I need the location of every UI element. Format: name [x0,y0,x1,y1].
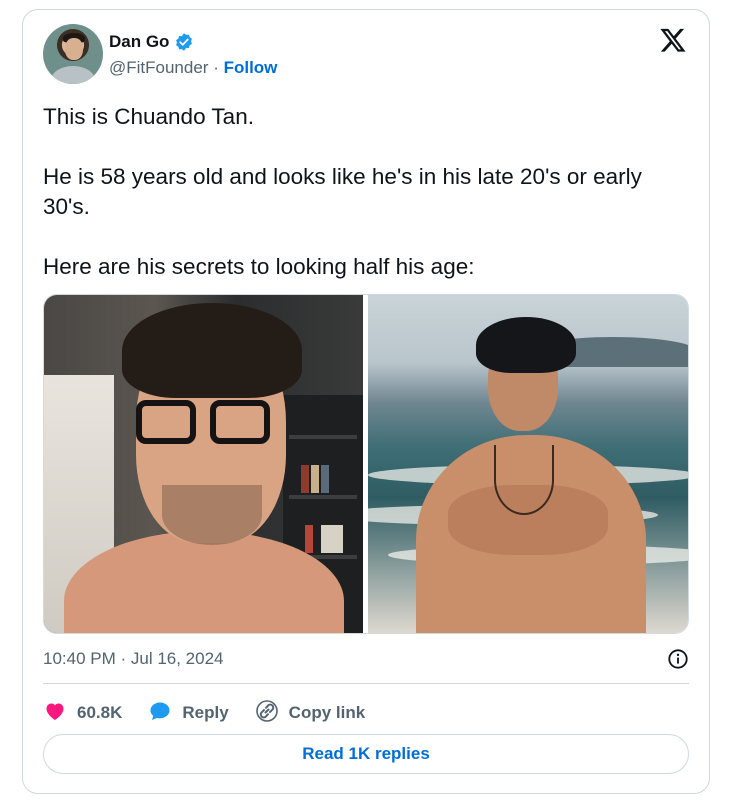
media-photo-selfie[interactable] [44,295,363,633]
link-icon [255,699,279,728]
author-name[interactable]: Dan Go [109,32,169,52]
divider [43,683,689,684]
tweet-text: This is Chuando Tan. He is 58 years old … [43,104,642,279]
tweet-meta: 10:40 PM · Jul 16, 2024 [43,647,689,671]
like-button[interactable]: 60.8K [43,699,122,728]
copy-link-button[interactable]: Copy link [255,699,366,728]
reply-bubble-icon [148,699,172,728]
tweet-actions: 60.8K Reply Copy link [43,695,365,731]
read-replies-button[interactable]: Read 1K replies [43,734,689,774]
copy-link-label: Copy link [288,703,366,722]
author-name-row: Dan Go [109,32,194,52]
handle-separator: · [208,58,224,77]
reply-label: Reply [182,703,229,722]
info-icon[interactable] [667,648,689,670]
follow-button[interactable]: Follow [224,58,278,77]
author-handle[interactable]: @FitFounder [109,58,208,77]
media-photo-beach[interactable] [368,295,688,633]
tweet-header: Dan Go @FitFounder · Follow [43,24,689,88]
author-handle-row: @FitFounder · Follow [109,58,277,78]
tweet-media [43,294,689,634]
tweet-card: Dan Go @FitFounder · Follow This is Chua… [22,9,710,794]
verified-badge-icon [174,32,194,52]
reply-button[interactable]: Reply [148,699,229,728]
heart-icon [43,699,67,728]
like-count: 60.8K [77,703,123,722]
x-logo-icon[interactable] [659,26,687,54]
timestamp[interactable]: 10:40 PM · Jul 16, 2024 [43,649,224,669]
avatar[interactable] [43,24,103,84]
